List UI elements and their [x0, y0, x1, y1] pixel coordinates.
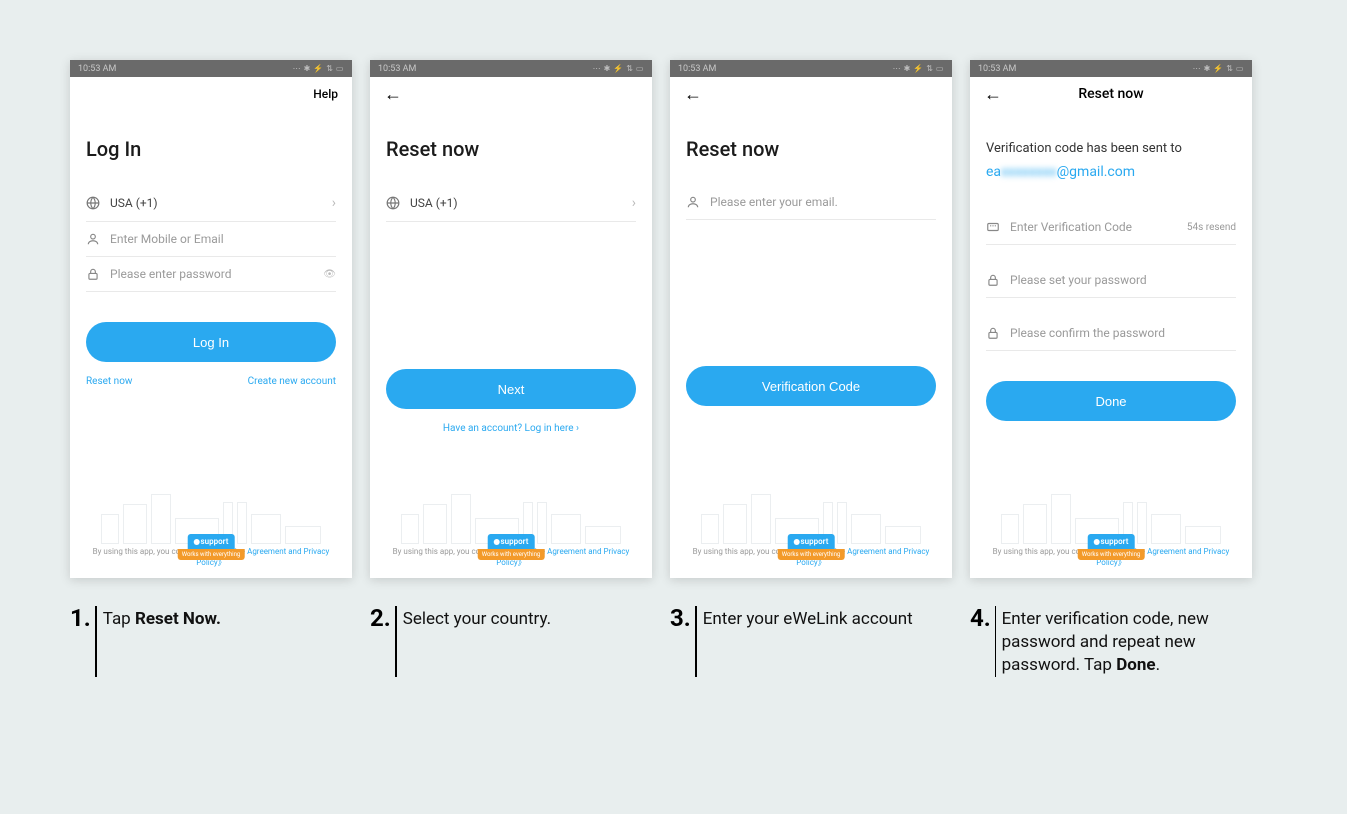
help-link[interactable]: Help [313, 87, 338, 101]
create-account-link[interactable]: Create new account [248, 376, 336, 387]
footer: support Works with everything By using t… [686, 484, 936, 578]
status-bar: 10:53 AM ⋯ ✱ ⚡ ⇅ ▭ [970, 60, 1252, 77]
status-bar: 10:53 AM ⋯ ✱ ⚡ ⇅ ▭ [370, 60, 652, 77]
sent-email: eaxxxxxxxx@gmail.com [986, 164, 1236, 180]
topbar: ← [670, 77, 952, 111]
email-field[interactable]: Please enter your email. [686, 185, 936, 220]
reset-link[interactable]: Reset now [86, 376, 132, 387]
username-placeholder: Enter Mobile or Email [110, 232, 336, 246]
topbar: ← [370, 77, 652, 111]
person-icon [686, 195, 700, 209]
screen-reset-country: 10:53 AM ⋯ ✱ ⚡ ⇅ ▭ ← Reset now USA (+1) … [370, 60, 652, 578]
caption-step-3: 3. Enter your eWeLink account [670, 606, 952, 677]
confirm-password-field[interactable]: Please confirm the password [986, 316, 1236, 351]
password-placeholder: Please enter password [110, 267, 313, 281]
chevron-right-icon: › [332, 195, 336, 211]
login-button[interactable]: Log In [86, 322, 336, 362]
caption-step-4: 4. Enter verification code, new password… [970, 606, 1252, 677]
lock-icon [986, 326, 1000, 340]
country-selector[interactable]: USA (+1) › [86, 185, 336, 222]
resend-timer: 54s resend [1187, 222, 1236, 233]
status-icons: ⋯ ✱ ⚡ ⇅ ▭ [593, 64, 644, 73]
back-button[interactable]: ← [684, 84, 702, 105]
status-time: 10:53 AM [678, 64, 716, 74]
screen-login: 10:53 AM ⋯ ✱ ⚡ ⇅ ▭ Help Log In USA (+1) … [70, 60, 352, 578]
done-button[interactable]: Done [986, 381, 1236, 421]
status-icons: ⋯ ✱ ⚡ ⇅ ▭ [1193, 64, 1244, 73]
screen-reset-verify: 10:53 AM ⋯ ✱ ⚡ ⇅ ▭ ← Reset now Verificat… [970, 60, 1252, 578]
login-here-link[interactable]: Have an account? Log in here › [443, 423, 579, 434]
topbar: Help [70, 77, 352, 111]
next-button[interactable]: Next [386, 369, 636, 409]
support-badge: support Works with everything [478, 534, 545, 560]
page-heading: Log In [86, 137, 336, 161]
country-value: USA (+1) [410, 196, 622, 210]
confirm-password-placeholder: Please confirm the password [1010, 326, 1236, 340]
globe-icon [86, 196, 100, 210]
new-password-placeholder: Please set your password [1010, 273, 1236, 287]
status-icons: ⋯ ✱ ⚡ ⇅ ▭ [293, 64, 344, 73]
status-bar: 10:53 AM ⋯ ✱ ⚡ ⇅ ▭ [70, 60, 352, 77]
code-icon [986, 220, 1000, 234]
page-heading: Reset now [386, 137, 636, 161]
screen-reset-email: 10:53 AM ⋯ ✱ ⚡ ⇅ ▭ ← Reset now Please en… [670, 60, 952, 578]
caption-step-1: 1. Tap Reset Now. [70, 606, 352, 677]
eye-icon[interactable]: 👁 [323, 269, 336, 280]
support-badge: support Works with everything [778, 534, 845, 560]
status-bar: 10:53 AM ⋯ ✱ ⚡ ⇅ ▭ [670, 60, 952, 77]
footer: support Works with everything By using t… [986, 484, 1236, 578]
back-button[interactable]: ← [384, 84, 402, 105]
footer: support Works with everything By using t… [386, 484, 636, 578]
globe-icon [386, 196, 400, 210]
country-selector[interactable]: USA (+1) › [386, 185, 636, 222]
code-field[interactable]: Enter Verification Code 54s resend [986, 210, 1236, 245]
topbar: ← Reset now [970, 77, 1252, 111]
status-time: 10:53 AM [378, 64, 416, 74]
new-password-field[interactable]: Please set your password [986, 263, 1236, 298]
support-badge: support Works with everything [1078, 534, 1145, 560]
lock-icon [986, 273, 1000, 287]
status-time: 10:53 AM [978, 64, 1016, 74]
page-heading: Reset now [686, 137, 936, 161]
country-value: USA (+1) [110, 196, 322, 210]
code-placeholder: Enter Verification Code [1010, 220, 1177, 234]
footer: support Works with everything By using t… [86, 484, 336, 578]
password-field[interactable]: Please enter password 👁 [86, 257, 336, 292]
status-icons: ⋯ ✱ ⚡ ⇅ ▭ [893, 64, 944, 73]
verification-code-button[interactable]: Verification Code [686, 366, 936, 406]
status-time: 10:53 AM [78, 64, 116, 74]
email-placeholder: Please enter your email. [710, 195, 936, 209]
username-field[interactable]: Enter Mobile or Email [86, 222, 336, 257]
back-button[interactable]: ← [984, 84, 1002, 105]
support-badge: support Works with everything [178, 534, 245, 560]
caption-step-2: 2. Select your country. [370, 606, 652, 677]
page-title: Reset now [1002, 86, 1220, 102]
sent-message: Verification code has been sent to [986, 141, 1236, 156]
chevron-right-icon: › [632, 195, 636, 211]
lock-icon [86, 267, 100, 281]
person-icon [86, 232, 100, 246]
